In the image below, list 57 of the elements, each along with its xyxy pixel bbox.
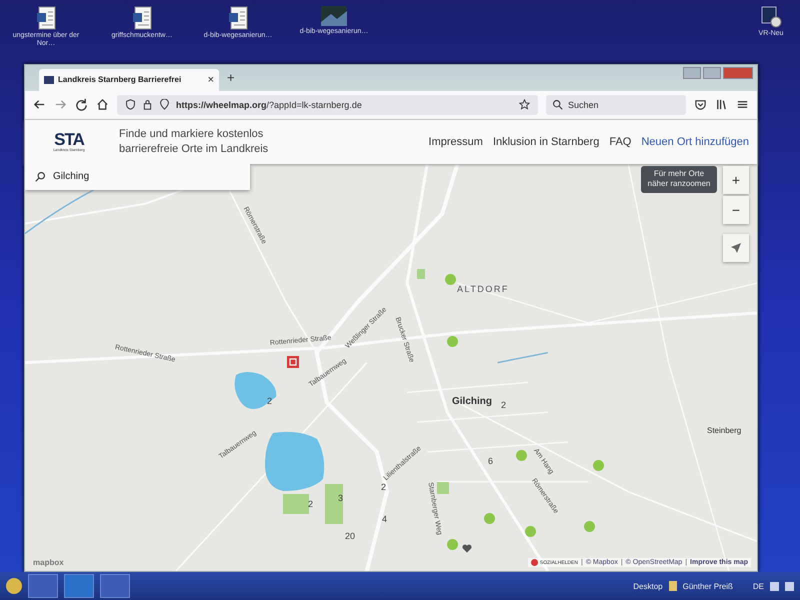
park-area — [417, 268, 425, 279]
locate-button[interactable] — [723, 234, 749, 262]
home-icon[interactable] — [96, 98, 109, 112]
nav-link[interactable]: FAQ — [609, 136, 632, 148]
star-icon[interactable] — [519, 99, 530, 110]
navigation-arrow-icon — [730, 242, 742, 254]
shield-icon[interactable] — [125, 99, 136, 110]
browser-tab[interactable]: Landkreis Starnberg Barrierefrei × — [39, 68, 219, 91]
address-bar[interactable]: https://wheelmap.org/?appId=lk-starnberg.de — [117, 94, 538, 115]
lock-icon[interactable] — [142, 99, 153, 110]
user-icon — [668, 581, 677, 592]
park-area — [325, 484, 343, 524]
reload-icon[interactable] — [75, 98, 88, 112]
mapbox-logo[interactable]: mapbox — [33, 558, 64, 568]
toilet-marker-icon[interactable] — [287, 356, 299, 368]
pocket-icon[interactable] — [694, 98, 707, 112]
computer-icon[interactable] — [760, 6, 782, 28]
zoom-in-button[interactable]: + — [723, 166, 749, 194]
url-text: https://wheelmap.org/?appId=lk-starnberg.de — [176, 100, 363, 110]
user-name[interactable]: Günther Preiß — [682, 582, 733, 591]
tagline: Finde und markiere kostenlos barrierefreie Orte im Landkreis — [119, 126, 270, 157]
document-icon[interactable] — [228, 6, 248, 30]
search-icon — [35, 170, 46, 182]
language-indicator[interactable]: DE — [752, 582, 764, 591]
cluster-count[interactable]: 2 — [381, 482, 386, 492]
favicon-icon — [44, 76, 54, 84]
document-icon[interactable] — [36, 6, 56, 30]
place-label: Steinberg — [707, 426, 742, 435]
nav-link[interactable]: Neuen Ort hinzufügen — [641, 136, 749, 148]
place-label: Gilching — [452, 396, 492, 407]
close-tab-button[interactable]: × — [208, 74, 214, 86]
cluster-count[interactable]: 2 — [501, 400, 506, 410]
mail-app-icon[interactable] — [64, 574, 94, 598]
cluster-count[interactable]: 20 — [345, 530, 356, 541]
zoom-out-button[interactable]: − — [723, 196, 749, 224]
cluster-count[interactable]: 3 — [338, 492, 344, 503]
location-pin-icon[interactable] — [159, 99, 170, 110]
cluster-count[interactable]: 6 — [488, 456, 494, 466]
search-icon — [552, 99, 563, 110]
library-icon[interactable] — [715, 98, 728, 112]
nav-link[interactable]: Impressum — [428, 136, 483, 148]
zoom-hint-tooltip: Für mehr Orte näher ranzoomen — [641, 166, 717, 193]
cluster-count[interactable]: 4 — [382, 514, 388, 524]
forward-icon[interactable] — [54, 98, 67, 112]
start-button[interactable] — [6, 578, 22, 594]
new-tab-button[interactable]: + — [227, 70, 235, 86]
desktop-toolbar-label[interactable]: Desktop — [633, 582, 663, 591]
park-area — [437, 482, 449, 494]
image-icon[interactable] — [321, 6, 347, 26]
back-icon[interactable] — [33, 98, 46, 112]
browser-search-field[interactable]: Suchen — [546, 94, 686, 115]
place-label: ALTDORF — [457, 284, 509, 294]
document-icon[interactable] — [132, 6, 152, 30]
heart-icon[interactable] — [462, 544, 472, 553]
place-search-field[interactable]: Gilching — [25, 164, 250, 190]
park-area — [283, 494, 309, 514]
nav-link[interactable]: Inklusion in Starnberg — [492, 136, 600, 148]
